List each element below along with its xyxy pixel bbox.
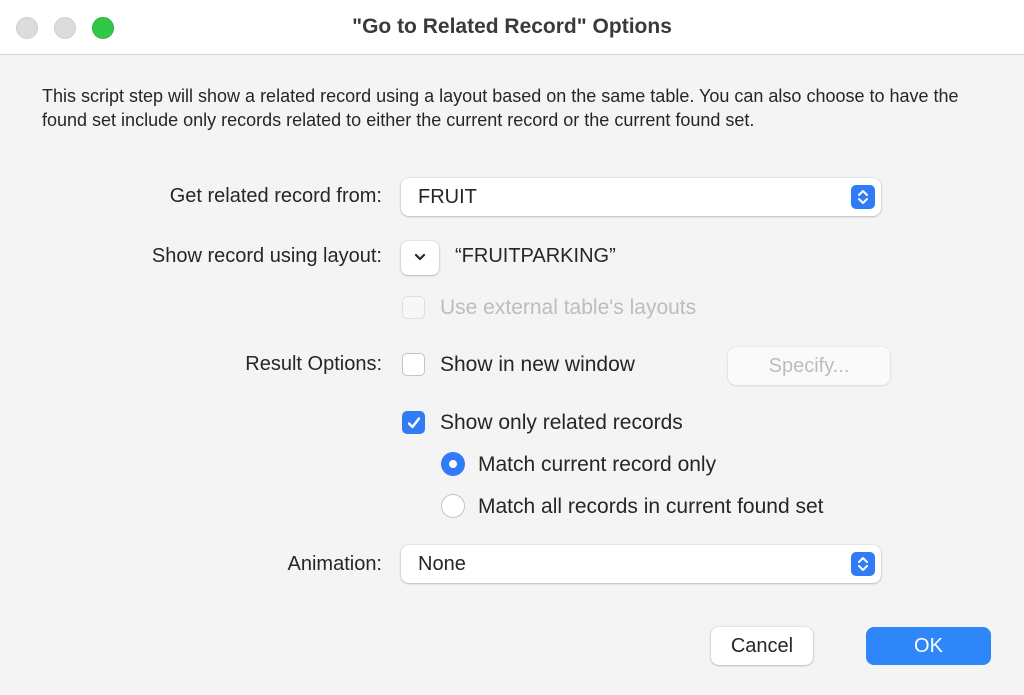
- show-only-related-checkbox[interactable]: [402, 411, 425, 434]
- animation-popup[interactable]: None: [401, 545, 881, 583]
- description-text: This script step will show a related rec…: [42, 86, 959, 130]
- get-related-popup[interactable]: FRUIT: [401, 178, 881, 216]
- specify-button[interactable]: Specify...: [728, 347, 890, 385]
- radio-match-all-records-label: Match all records in current found set: [478, 495, 824, 518]
- get-related-value: FRUIT: [418, 186, 477, 208]
- chevron-down-icon: [414, 253, 426, 261]
- use-external-checkbox[interactable]: [402, 296, 425, 319]
- result-options-label: Result Options:: [245, 353, 382, 375]
- popup-stepper-icon: [851, 185, 875, 209]
- animation-label: Animation:: [287, 553, 383, 575]
- window-title: "Go to Related Record" Options: [352, 15, 672, 38]
- radio-match-current-record[interactable]: [441, 452, 465, 476]
- get-related-label: Get related record from:: [169, 185, 382, 207]
- show-new-window-label: Show in new window: [440, 353, 635, 376]
- checkmark-icon: [407, 417, 421, 429]
- radio-match-all-records[interactable]: [441, 494, 465, 518]
- cancel-button[interactable]: Cancel: [711, 627, 813, 665]
- title-bar: "Go to Related Record" Options: [0, 0, 1024, 55]
- animation-value: None: [418, 553, 466, 575]
- show-layout-label: Show record using layout:: [151, 245, 382, 267]
- layout-dropdown-button[interactable]: [401, 241, 439, 275]
- show-new-window-checkbox[interactable]: [402, 353, 425, 376]
- use-external-label: Use external table's layouts: [440, 296, 697, 319]
- ok-button[interactable]: OK: [866, 627, 991, 665]
- popup-stepper-icon: [851, 552, 875, 576]
- radio-match-current-record-label: Match current record only: [478, 453, 717, 476]
- show-only-related-label: Show only related records: [440, 411, 683, 434]
- layout-name: “FRUITPARKING”: [455, 245, 616, 267]
